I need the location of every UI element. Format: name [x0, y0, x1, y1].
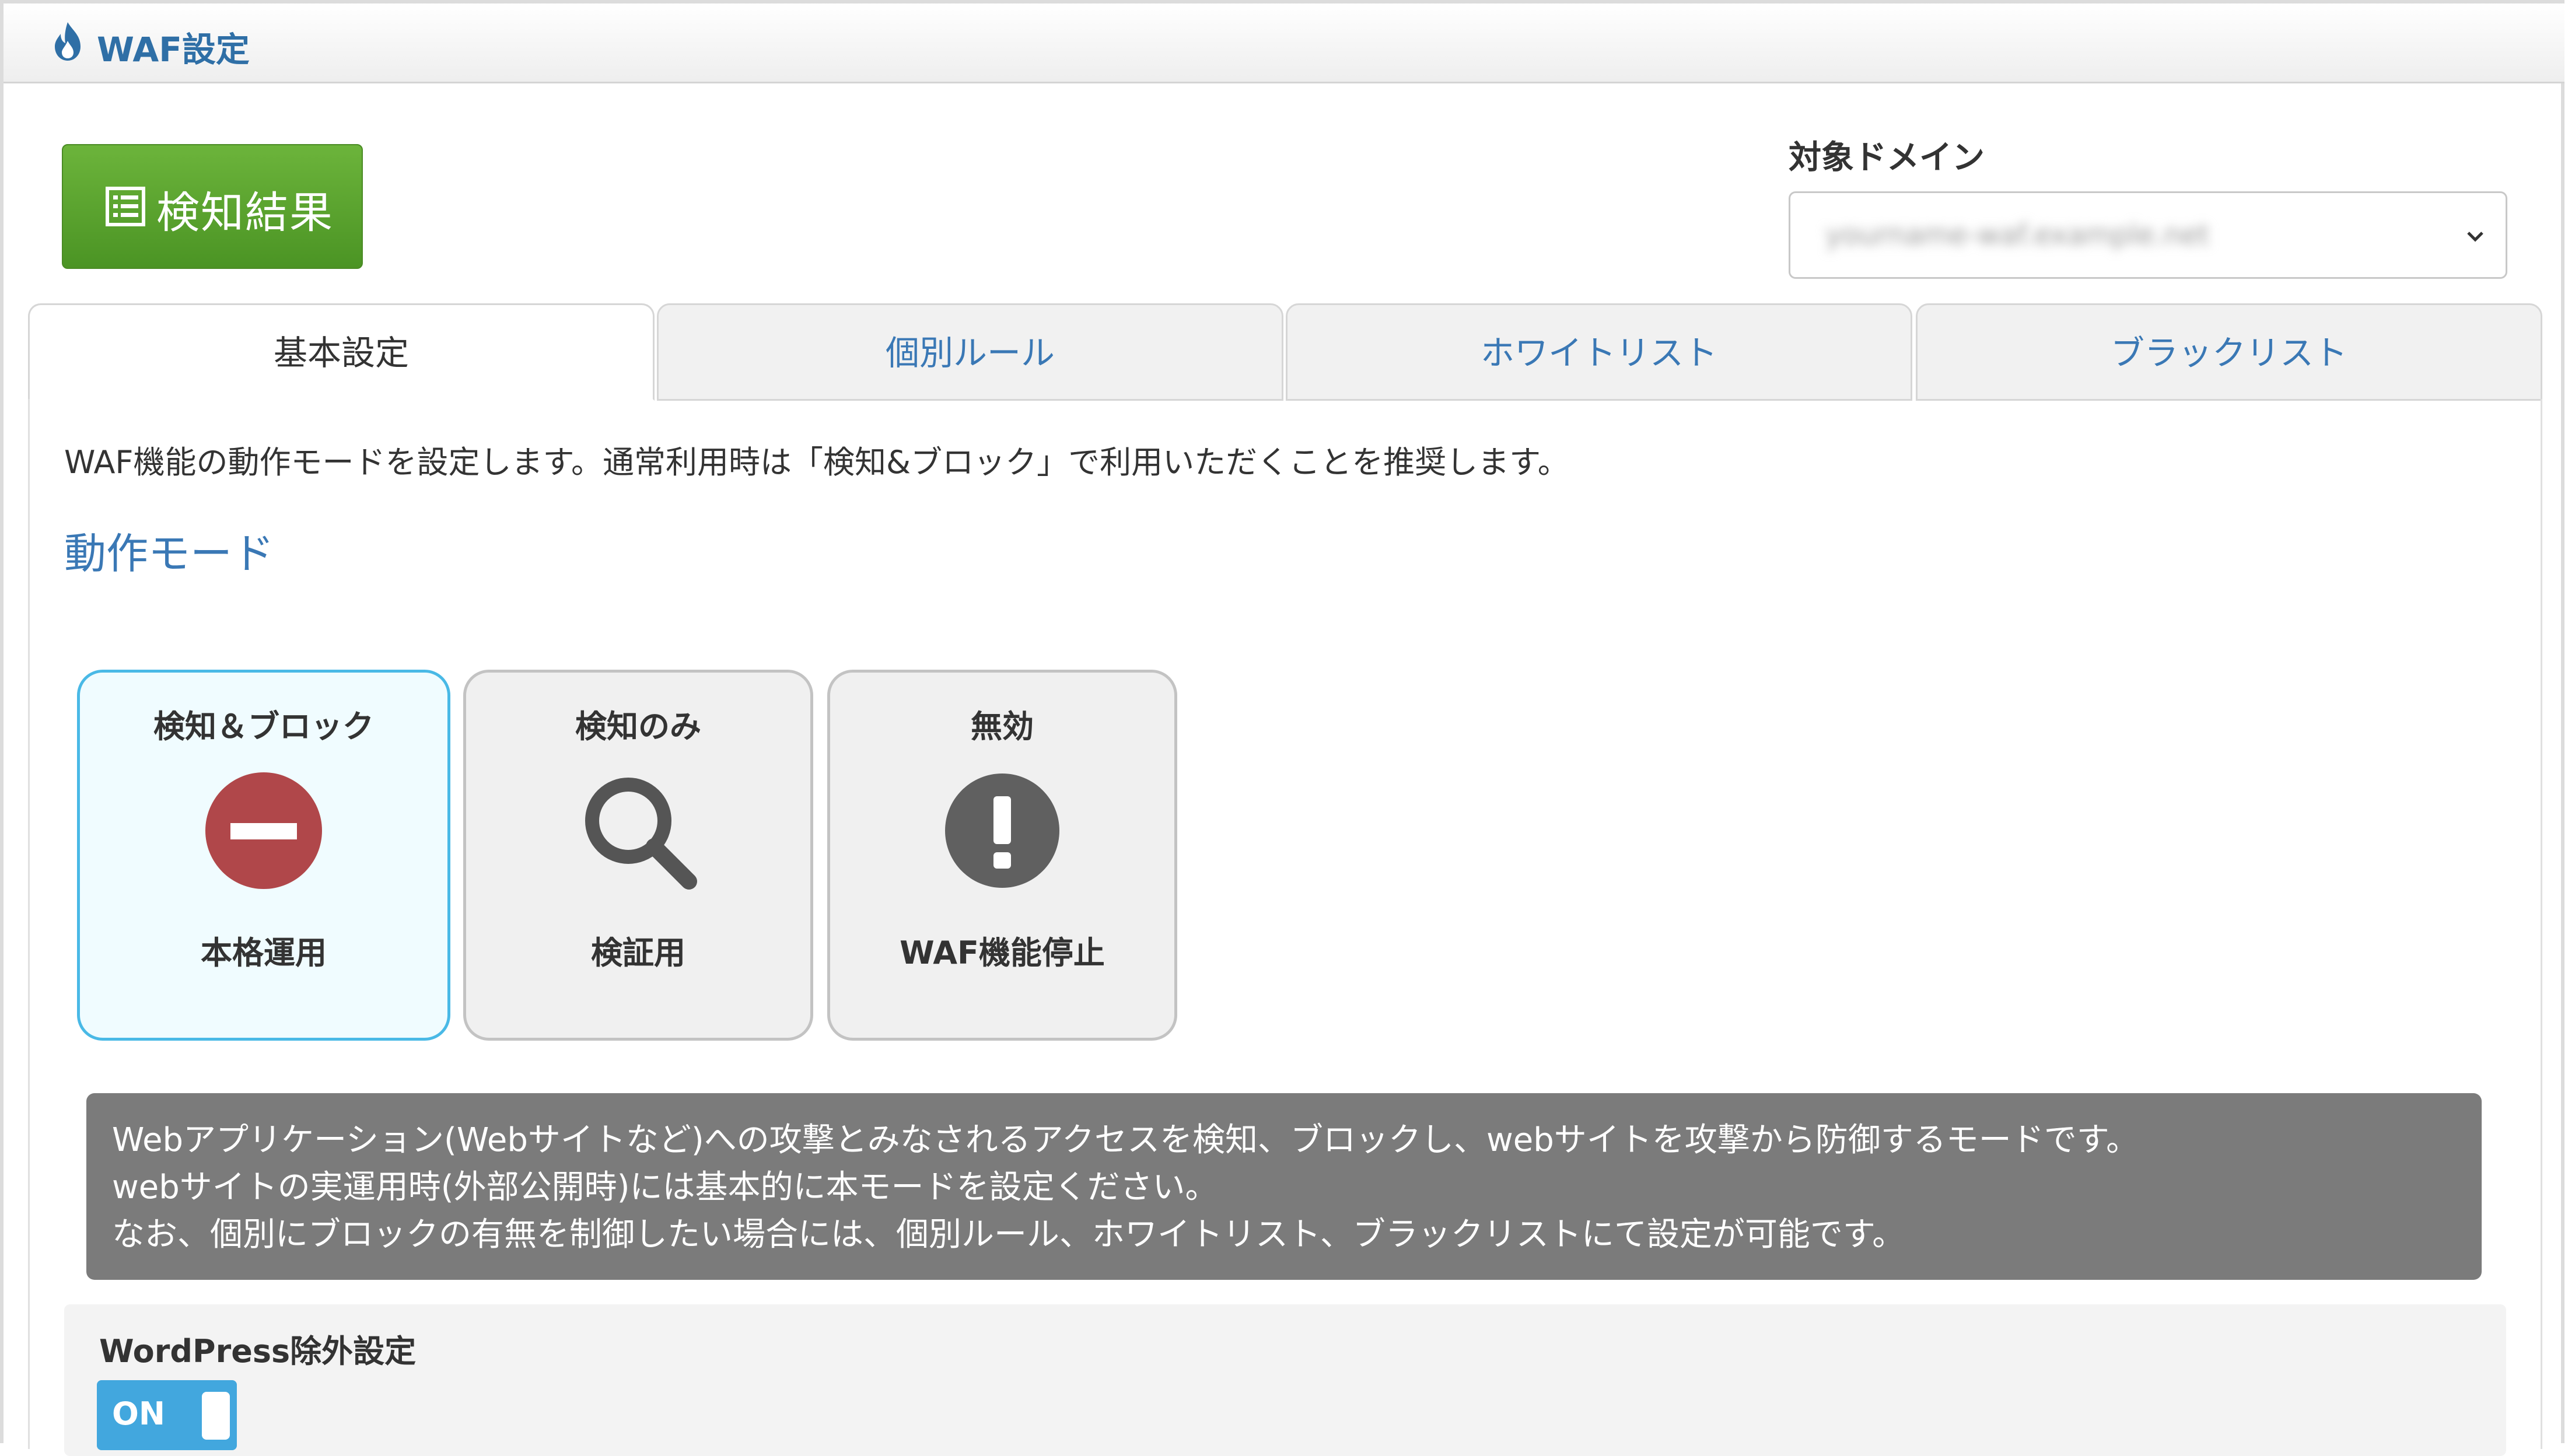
wordpress-exclusion-panel: WordPress除外設定 ON — [64, 1304, 2506, 1456]
chevron-down-icon — [2467, 232, 2483, 242]
tab-basic-settings[interactable]: 基本設定 — [28, 303, 655, 401]
tab-individual-rules[interactable]: 個別ルール — [657, 303, 1283, 401]
domain-value: yourname-waf.example.net — [1825, 219, 2210, 251]
page-title: WAF設定 — [97, 30, 250, 69]
mode-description: WAF機能の動作モードを設定します。通常利用時は「検知&ブロック」で利用いただく… — [64, 444, 1569, 481]
exclamation-icon — [945, 774, 1059, 888]
mode-disabled[interactable]: 無効 WAF機能停止 — [827, 670, 1177, 1041]
mode-subtitle: WAF機能停止 — [900, 935, 1105, 971]
info-line: webサイトの実運用時(外部公開時)には基本的に本モードを設定ください。 — [112, 1168, 1218, 1206]
wordpress-exclusion-label: WordPress除外設定 — [99, 1333, 417, 1370]
wordpress-exclusion-toggle[interactable]: ON — [97, 1380, 237, 1450]
info-line: なお、個別にブロックの有無を制御したい場合には、個別ルール、ホワイトリスト、ブラ… — [112, 1216, 1905, 1254]
block-icon — [205, 772, 322, 889]
toggle-state-label: ON — [112, 1395, 166, 1432]
section-title: 動作モード — [64, 529, 275, 578]
mode-detect-only[interactable]: 検知のみ 検証用 — [463, 670, 813, 1041]
fire-icon — [55, 22, 81, 61]
detection-results-label: 検知結果 — [156, 188, 334, 238]
detection-results-button[interactable]: 検知結果 — [62, 144, 363, 269]
tab-bar: 基本設定 個別ルール ホワイトリスト ブラックリスト — [28, 303, 2542, 401]
tab-blacklist[interactable]: ブラックリスト — [1916, 303, 2542, 401]
mode-subtitle: 本格運用 — [201, 935, 327, 971]
toggle-knob — [202, 1392, 230, 1440]
tab-whitelist[interactable]: ホワイトリスト — [1286, 303, 1912, 401]
header-bar: WAF設定 — [4, 0, 2564, 83]
domain-label: 対象ドメイン — [1789, 139, 1985, 177]
info-line: Webアプリケーション(Webサイトなど)への攻撃とみなされるアクセスを検知、ブ… — [112, 1121, 2139, 1159]
mode-subtitle: 検証用 — [591, 935, 685, 971]
mode-info-box: Webアプリケーション(Webサイトなど)への攻撃とみなされるアクセスを検知、ブ… — [86, 1093, 2482, 1280]
mode-title: 無効 — [971, 708, 1034, 745]
mode-title: 検知＆ブロック — [153, 708, 374, 745]
mode-title: 検知のみ — [575, 708, 701, 745]
list-icon — [106, 187, 145, 226]
search-icon — [585, 778, 697, 890]
domain-select[interactable]: yourname-waf.example.net — [1789, 191, 2507, 279]
mode-detect-block[interactable]: 検知＆ブロック 本格運用 — [77, 670, 450, 1041]
